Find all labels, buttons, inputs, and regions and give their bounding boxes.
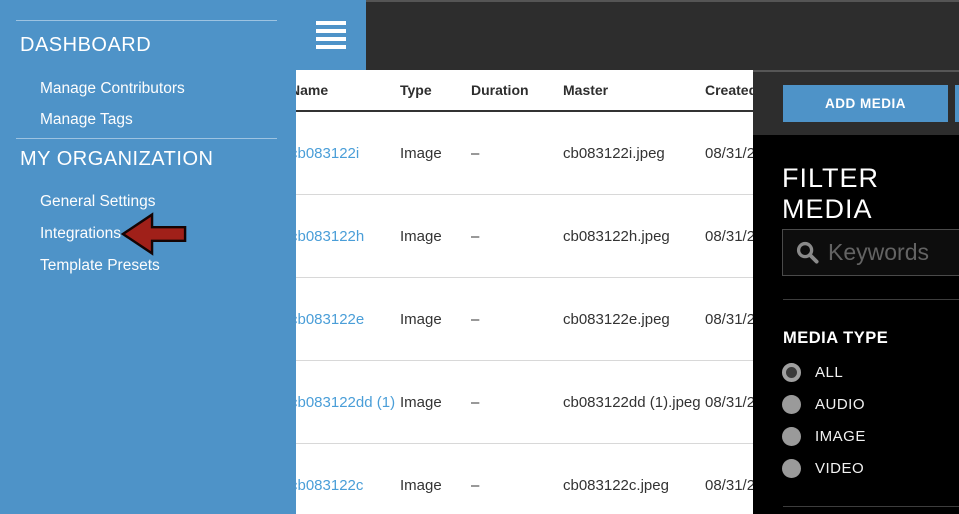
magnifier-icon [795, 240, 820, 265]
media-type-cell: Image [400, 311, 471, 328]
media-type-option-all[interactable]: ALL [782, 363, 843, 382]
media-name-link[interactable]: cb083122h [288, 228, 400, 245]
media-name-link[interactable]: cb083122i [288, 145, 400, 162]
sidebar-heading-my-organization[interactable]: MY ORGANIZATION [20, 148, 213, 171]
media-type-cell: Image [400, 394, 471, 411]
column-header-duration[interactable]: Duration [471, 82, 563, 98]
media-type-option-audio[interactable]: AUDIO [782, 395, 865, 414]
panel-divider [783, 506, 959, 507]
media-duration-cell: – [471, 228, 563, 245]
radio-selected-icon[interactable] [782, 363, 801, 382]
media-type-option-video[interactable]: VIDEO [782, 459, 864, 478]
top-bar [296, 0, 959, 70]
sidebar: DASHBOARD Manage Contributors Manage Tag… [0, 0, 296, 514]
panel-actions: ADD MEDIA [753, 72, 959, 135]
media-master-cell: cb083122e.jpeg [563, 311, 705, 328]
secondary-action-button-clipped[interactable] [955, 85, 959, 122]
radio-icon[interactable] [782, 395, 801, 414]
sidebar-divider [16, 20, 277, 21]
sidebar-item-manage-tags[interactable]: Manage Tags [40, 111, 133, 129]
media-duration-cell: – [471, 477, 563, 494]
add-media-button[interactable]: ADD MEDIA [783, 85, 948, 122]
media-duration-cell: – [471, 145, 563, 162]
filter-panel: ADD MEDIA FILTER MEDIA MEDIA TYPE ALL AU… [753, 70, 959, 514]
column-header-type[interactable]: Type [400, 82, 471, 98]
media-type-cell: Image [400, 477, 471, 494]
keywords-search-box[interactable] [782, 229, 959, 276]
filter-media-heading: FILTER MEDIA [782, 163, 959, 225]
column-header-name[interactable]: Name [288, 82, 400, 98]
sidebar-heading-dashboard[interactable]: DASHBOARD [20, 34, 151, 57]
media-name-link[interactable]: cb083122e [288, 311, 400, 328]
media-master-cell: cb083122c.jpeg [563, 477, 705, 494]
media-master-cell: cb083122h.jpeg [563, 228, 705, 245]
media-master-cell: cb083122dd (1).jpeg [563, 394, 705, 411]
red-left-arrow-icon [120, 211, 188, 257]
sidebar-divider [16, 138, 277, 139]
media-master-cell: cb083122i.jpeg [563, 145, 705, 162]
sidebar-item-general-settings[interactable]: General Settings [40, 193, 155, 211]
radio-icon[interactable] [782, 427, 801, 446]
sidebar-menu-toggle[interactable] [296, 0, 366, 70]
sidebar-item-template-presets[interactable]: Template Presets [40, 257, 160, 275]
column-header-master[interactable]: Master [563, 82, 705, 98]
sidebar-item-manage-contributors[interactable]: Manage Contributors [40, 80, 185, 98]
media-type-option-image[interactable]: IMAGE [782, 427, 866, 446]
media-type-heading: MEDIA TYPE [783, 329, 888, 348]
media-type-cell: Image [400, 145, 471, 162]
media-duration-cell: – [471, 311, 563, 328]
media-name-link[interactable]: cb083122c [288, 477, 400, 494]
media-name-link[interactable]: cb083122dd (1) [288, 394, 400, 411]
sidebar-item-integrations[interactable]: Integrations [40, 225, 121, 243]
hamburger-icon [296, 21, 366, 49]
media-duration-cell: – [471, 394, 563, 411]
filter-panel-body: FILTER MEDIA MEDIA TYPE ALL AUDIO IMAGE … [753, 135, 959, 514]
media-type-cell: Image [400, 228, 471, 245]
panel-divider [783, 299, 959, 300]
keywords-input[interactable] [828, 239, 958, 266]
radio-icon[interactable] [782, 459, 801, 478]
